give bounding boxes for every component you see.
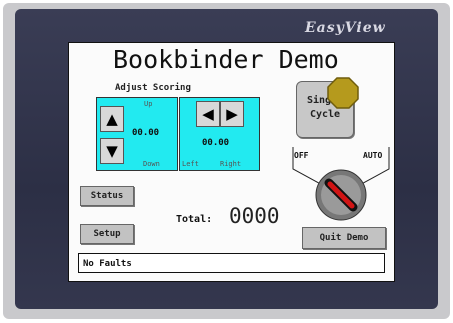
down-label: Down bbox=[143, 160, 160, 168]
right-label: Right bbox=[220, 160, 242, 168]
vertical-adjust-panel: ▲ ▼ Up 00.00 Down bbox=[96, 97, 178, 171]
down-arrow-button[interactable]: ▼ bbox=[100, 138, 124, 164]
left-label: Left bbox=[182, 160, 199, 168]
up-label: Up bbox=[144, 100, 153, 108]
mode-selector-switch[interactable]: OFF AUTO bbox=[291, 143, 391, 223]
left-arrow-button[interactable]: ◀ bbox=[196, 101, 220, 127]
scoring-label: Adjust Scoring bbox=[115, 83, 191, 93]
cycle-indicator-light bbox=[327, 77, 359, 109]
right-arrow-button[interactable]: ▶ bbox=[220, 101, 244, 127]
setup-button[interactable]: Setup bbox=[80, 224, 134, 244]
up-arrow-button[interactable]: ▲ bbox=[100, 106, 124, 132]
horizontal-adjust-panel: ◀ ▶ 00.00 Left Right bbox=[179, 97, 260, 171]
selector-off-label: OFF bbox=[294, 151, 309, 160]
selector-auto-label: AUTO bbox=[363, 151, 383, 160]
single-cycle-line2: Cycle bbox=[309, 109, 341, 120]
right-arrow-icon: ▶ bbox=[226, 105, 238, 123]
quit-demo-button[interactable]: Quit Demo bbox=[302, 227, 386, 249]
down-arrow-icon: ▼ bbox=[106, 142, 118, 160]
total-value: 0000 bbox=[229, 204, 280, 228]
vertical-value: 00.00 bbox=[132, 128, 160, 138]
status-button[interactable]: Status bbox=[80, 186, 134, 206]
brand-logo: EasyView bbox=[305, 20, 386, 36]
fault-status-bar: No Faults bbox=[78, 253, 385, 273]
up-arrow-icon: ▲ bbox=[106, 110, 118, 128]
page-title: Bookbinder Demo bbox=[113, 45, 339, 74]
horizontal-value: 00.00 bbox=[202, 138, 230, 148]
total-label: Total: bbox=[176, 214, 213, 225]
left-arrow-icon: ◀ bbox=[202, 105, 214, 123]
hmi-screen: Bookbinder Demo Adjust Scoring ▲ ▼ Up 00… bbox=[68, 42, 395, 282]
